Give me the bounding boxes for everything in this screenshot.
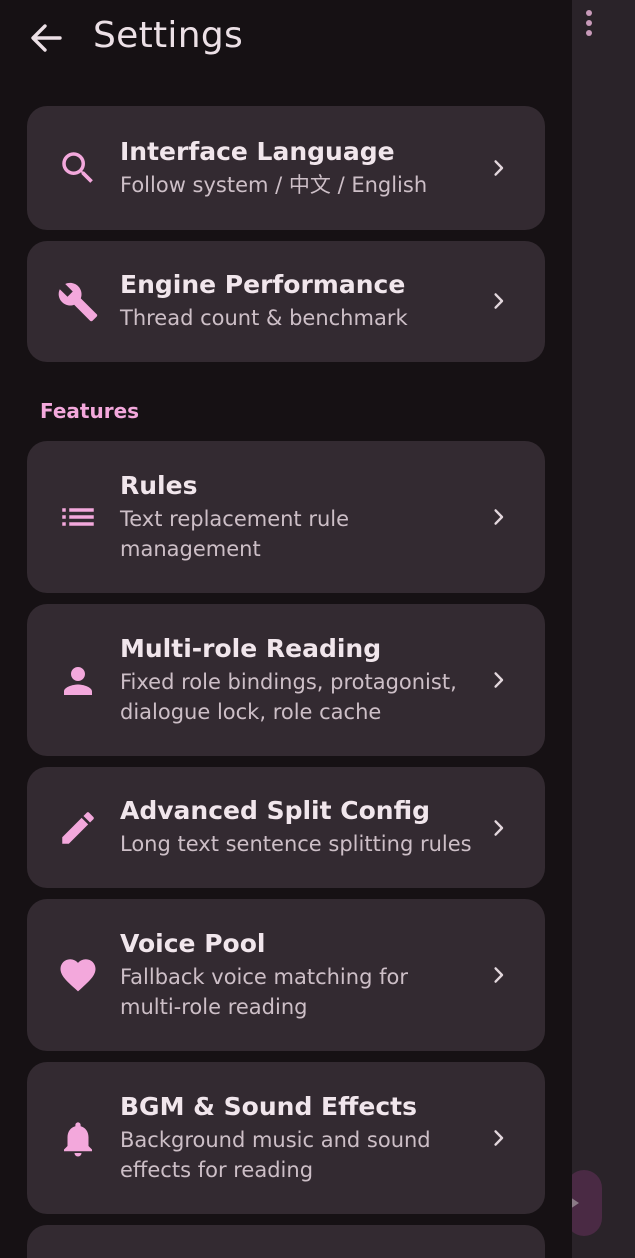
setting-title: Rules bbox=[120, 471, 198, 500]
setting-subtitle: Fallback voice matching for multi-role r… bbox=[120, 965, 408, 1019]
person-icon bbox=[57, 660, 99, 702]
bell-icon bbox=[57, 1118, 99, 1160]
setting-title: Advanced Split Config bbox=[120, 796, 431, 825]
setting-item-engine-performance[interactable]: Engine Performance Thread count & benchm… bbox=[27, 241, 545, 362]
settings-screen: Settings Interface Language Follow syste… bbox=[0, 0, 572, 1258]
setting-title: Engine Performance bbox=[120, 270, 406, 299]
search-icon bbox=[57, 147, 99, 189]
arrow-back-icon bbox=[31, 24, 62, 52]
wrench-icon bbox=[57, 281, 99, 323]
pencil-icon bbox=[57, 807, 99, 849]
chevron-right-icon bbox=[487, 505, 511, 529]
setting-subtitle: Thread count & benchmark bbox=[120, 306, 408, 330]
setting-title: BGM & Sound Effects bbox=[120, 1092, 417, 1121]
setting-subtitle: Fixed role bindings, protagonist, dialog… bbox=[120, 670, 457, 724]
chevron-right-icon bbox=[487, 289, 511, 313]
setting-item-rules[interactable]: Rules Text replacement rule management bbox=[27, 441, 545, 593]
setting-item-multi-role-reading[interactable]: Multi-role Reading Fixed role bindings, … bbox=[27, 604, 545, 756]
chevron-right-icon bbox=[487, 963, 511, 987]
setting-item-partial[interactable] bbox=[27, 1225, 545, 1258]
background-panel bbox=[572, 0, 635, 1258]
chevron-right-icon bbox=[487, 156, 511, 180]
setting-subtitle: Follow system / 中文 / English bbox=[120, 173, 428, 197]
setting-item-bgm-sound-effects[interactable]: BGM & Sound Effects Background music and… bbox=[27, 1062, 545, 1214]
setting-subtitle: Background music and sound effects for r… bbox=[120, 1128, 431, 1182]
chevron-right-icon bbox=[487, 1126, 511, 1150]
page-title: Settings bbox=[93, 15, 244, 56]
setting-subtitle: Text replacement rule management bbox=[120, 507, 350, 561]
back-button[interactable] bbox=[22, 14, 70, 62]
heart-icon bbox=[57, 954, 99, 996]
section-header-features: Features bbox=[40, 399, 140, 423]
setting-item-interface-language[interactable]: Interface Language Follow system / 中文 / … bbox=[27, 106, 545, 230]
chevron-right-icon bbox=[487, 816, 511, 840]
setting-title: Multi-role Reading bbox=[120, 634, 382, 663]
setting-item-voice-pool[interactable]: Voice Pool Fallback voice matching for m… bbox=[27, 899, 545, 1051]
chevron-right-icon bbox=[487, 668, 511, 692]
list-icon bbox=[57, 496, 99, 538]
setting-item-advanced-split-config[interactable]: Advanced Split Config Long text sentence… bbox=[27, 767, 545, 888]
setting-title: Interface Language bbox=[120, 137, 395, 166]
more-vert-icon[interactable] bbox=[577, 6, 601, 42]
setting-title: Voice Pool bbox=[120, 929, 266, 958]
app-root: Settings Interface Language Follow syste… bbox=[0, 0, 635, 1258]
setting-subtitle: Long text sentence splitting rules bbox=[120, 832, 472, 856]
